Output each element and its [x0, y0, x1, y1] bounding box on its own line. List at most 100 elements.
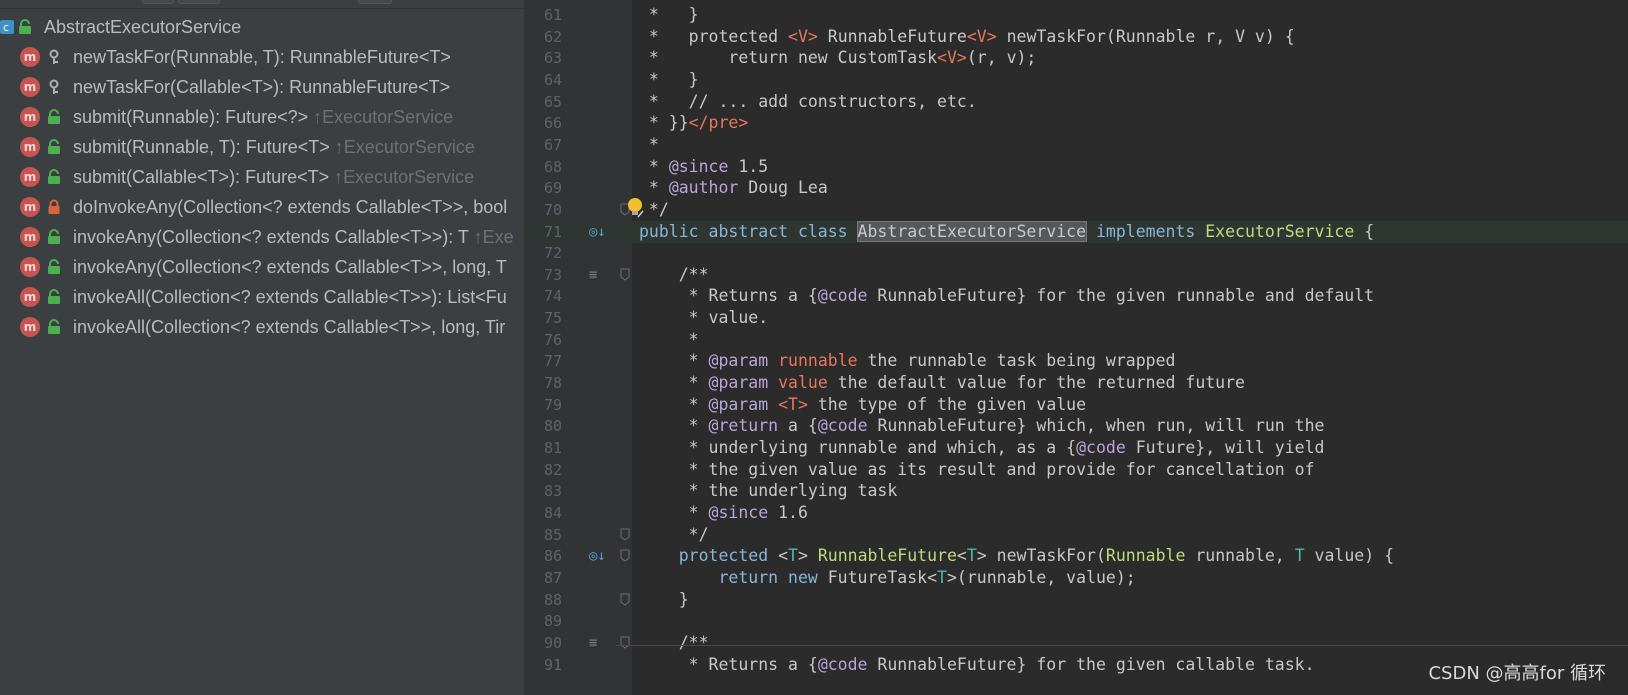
code-editor[interactable]: 61 * } 62 * protected <V> RunnableFuture<…	[524, 0, 1628, 695]
code-text: return new FutureTask<T>(runnable, value…	[639, 567, 1135, 589]
public-lock-icon	[48, 289, 60, 304]
line-number: 79	[543, 395, 562, 414]
implemented-method-icon[interactable]: ◎↓	[589, 545, 606, 567]
fold-marker-icon[interactable]	[620, 268, 630, 281]
code-token: @param	[708, 394, 769, 414]
code-token: <T>	[768, 394, 808, 414]
implemented-method-icon[interactable]: ◎↓	[589, 221, 606, 243]
tree-item-method[interactable]: m submit(Runnable): Future<?> ↑ExecutorSe…	[0, 102, 524, 132]
line-number: 74	[543, 287, 562, 306]
toolbar-button[interactable]	[142, 0, 174, 4]
code-line[interactable]: 84 * @since 1.6	[524, 502, 1628, 524]
code-token: > newTaskFor(	[976, 546, 1106, 566]
root-class-label: AbstractExecutorService	[44, 16, 242, 37]
code-line[interactable]: 77 * @param runnable the runnable task b…	[524, 350, 1628, 372]
code-line[interactable]: 86 ◎↓ protected <T> RunnableFuture<T> new…	[524, 545, 1628, 567]
code-token: the runnable task being wrapped	[857, 351, 1176, 371]
abstract-class-icon: c	[0, 20, 14, 34]
code-line[interactable]: 79 * @param <T> the type of the given va…	[524, 394, 1628, 416]
toolbar-button[interactable]	[178, 0, 220, 4]
code-line[interactable]: 83 * the underlying task	[524, 480, 1628, 502]
fold-marker-icon[interactable]	[620, 593, 630, 606]
code-line[interactable]: 89	[524, 610, 1628, 632]
code-line[interactable]: 65 * // ... add constructors, etc.	[524, 91, 1628, 113]
code-line[interactable]: 70 */	[524, 199, 1628, 221]
code-token: *	[639, 373, 709, 393]
method-icon: m	[20, 257, 40, 277]
tree-item-method[interactable]: m doInvokeAny(Collection<? extends Callab…	[0, 192, 524, 222]
fold-marker-icon[interactable]	[620, 549, 630, 562]
code-line[interactable]: 62 * protected <V> RunnableFuture<V> new…	[524, 26, 1628, 48]
toolbar-button[interactable]	[358, 0, 392, 4]
code-token: value	[768, 373, 828, 393]
code-line[interactable]: 67 *	[524, 134, 1628, 156]
code-line[interactable]: 63 * return new CustomTask<V>(r, v);	[524, 47, 1628, 69]
doc-render-icon[interactable]: ≡	[589, 632, 597, 654]
code-line[interactable]: 76 *	[524, 329, 1628, 351]
method-signature-label: newTaskFor(Callable<T>): RunnableFuture<…	[73, 77, 450, 98]
code-token: >	[797, 546, 818, 566]
code-line[interactable]: 78 * @param value the default value for …	[524, 372, 1628, 394]
method-icon: m	[20, 167, 40, 187]
tree-item-method[interactable]: m invokeAny(Collection<? extends Callable…	[0, 222, 524, 252]
code-token: * return new CustomTask	[639, 48, 938, 68]
method-icon: m	[20, 47, 40, 67]
doc-render-icon[interactable]: ≡	[589, 264, 597, 286]
code-line[interactable]: 82 * the given value as its result and p…	[524, 459, 1628, 481]
method-separator	[616, 645, 1628, 646]
code-line[interactable]: 81 * underlying runnable and which, as a…	[524, 437, 1628, 459]
code-token: @return	[708, 416, 779, 436]
code-line[interactable]: 69 * @author Doug Lea	[524, 177, 1628, 199]
method-signature-label: submit(Runnable): Future<?> ↑ExecutorSer…	[73, 107, 453, 128]
code-token: */	[639, 524, 709, 544]
method-signature: invokeAny(Collection<? extends Callable<…	[73, 226, 469, 247]
code-line[interactable]: 87 return new FutureTask<T>(runnable, va…	[524, 567, 1628, 589]
tree-item-method[interactable]: m newTaskFor(Callable<T>): RunnableFuture…	[0, 72, 524, 102]
code-line[interactable]: 73 ≡ /**	[524, 264, 1628, 286]
code-line[interactable]: 85 */	[524, 524, 1628, 546]
code-token: T	[788, 546, 798, 566]
fold-marker-icon[interactable]	[620, 528, 630, 541]
code-text: * Returns a {@code RunnableFuture} for t…	[639, 285, 1374, 307]
code-line[interactable]: 72	[524, 242, 1628, 264]
code-line[interactable]: 68 * @since 1.5	[524, 156, 1628, 178]
code-line[interactable]: 88 }	[524, 589, 1628, 611]
code-token: {	[1354, 221, 1375, 241]
code-token: Future}, will yield	[1125, 438, 1325, 457]
line-number: 77	[543, 352, 562, 371]
code-line[interactable]: 64 * }	[524, 69, 1628, 91]
tree-item-method[interactable]: m submit(Runnable, T): Future<T> ↑Executo…	[0, 132, 524, 162]
public-lock-icon	[48, 229, 60, 244]
lightbulb-icon[interactable]	[626, 197, 644, 219]
tree-item-method[interactable]: m invokeAll(Collection<? extends Callable…	[0, 312, 524, 342]
code-token: newTaskFor(Runnable r, V v) {	[996, 26, 1295, 46]
line-number: 82	[543, 460, 562, 479]
code-text: * @param <T> the type of the given value	[639, 394, 1086, 416]
method-icon: m	[20, 137, 40, 157]
inherited-from-label: ↑ExecutorService	[334, 166, 475, 187]
code-line[interactable]: 75 * value.	[524, 307, 1628, 329]
code-line[interactable]: 61 * }	[524, 4, 1628, 26]
code-line[interactable]: 90 ≡ /**	[524, 632, 1628, 654]
line-number: 85	[543, 525, 562, 544]
structure-toolbar	[0, 0, 524, 9]
line-number: 62	[543, 27, 562, 46]
code-token: 1.6	[768, 502, 808, 522]
tree-root-class[interactable]: c AbstractExecutorService	[0, 12, 524, 42]
code-line[interactable]: 74 * Returns a {@code RunnableFuture} fo…	[524, 285, 1628, 307]
code-token: * Returns a {	[639, 654, 818, 674]
code-line[interactable]: 71 ◎↓ public abstract class AbstractExecut…	[524, 220, 1628, 243]
code-line[interactable]: 66 * }}</pre>	[524, 112, 1628, 134]
code-text: * the given value as its result and prov…	[639, 459, 1315, 481]
line-number: 87	[543, 568, 562, 587]
line-number: 71	[543, 222, 562, 241]
fold-marker-icon[interactable]	[620, 636, 630, 649]
code-line[interactable]: 80 * @return a {@code RunnableFuture} wh…	[524, 415, 1628, 437]
code-text: * }}</pre>	[639, 112, 748, 134]
tree-item-method[interactable]: m newTaskFor(Runnable, T): RunnableFuture…	[0, 42, 524, 72]
tree-item-method[interactable]: m invokeAll(Collection<? extends Callable…	[0, 282, 524, 312]
tree-item-method[interactable]: m submit(Callable<T>): Future<T> ↑Executo…	[0, 162, 524, 192]
tree-item-method[interactable]: m invokeAny(Collection<? extends Callable…	[0, 252, 524, 282]
code-token: RunnableFuture	[817, 26, 967, 46]
line-number: 63	[543, 49, 562, 68]
